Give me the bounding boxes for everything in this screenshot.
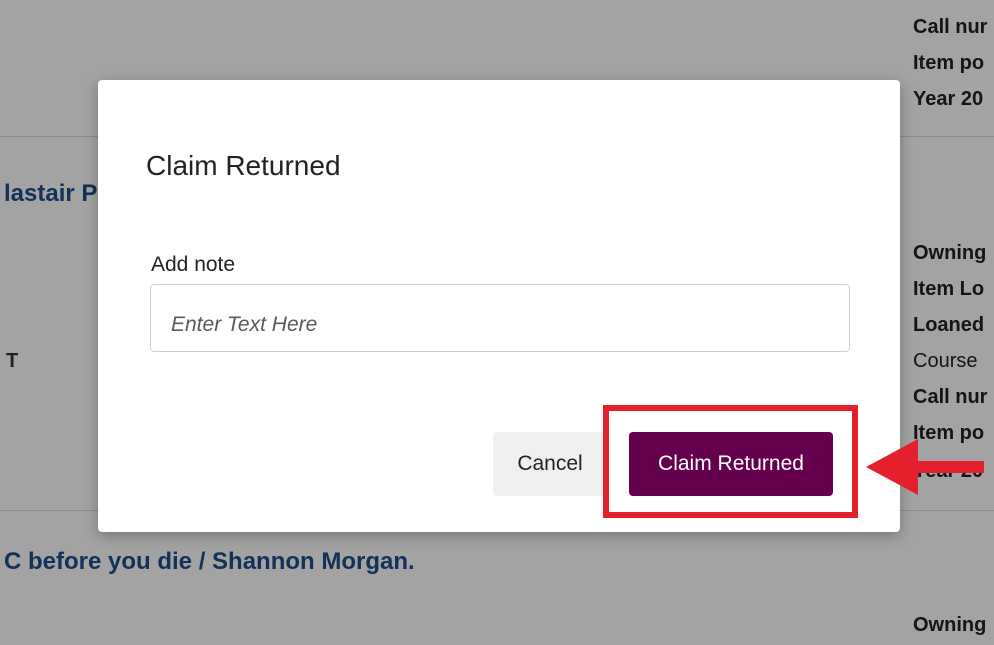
note-input[interactable]: [150, 284, 850, 352]
highlight-box: [603, 405, 858, 518]
cancel-button[interactable]: Cancel: [493, 432, 607, 496]
arrow-left-icon: [866, 439, 984, 495]
note-field-label: Add note: [151, 253, 236, 276]
dialog-title: Claim Returned: [146, 150, 341, 181]
